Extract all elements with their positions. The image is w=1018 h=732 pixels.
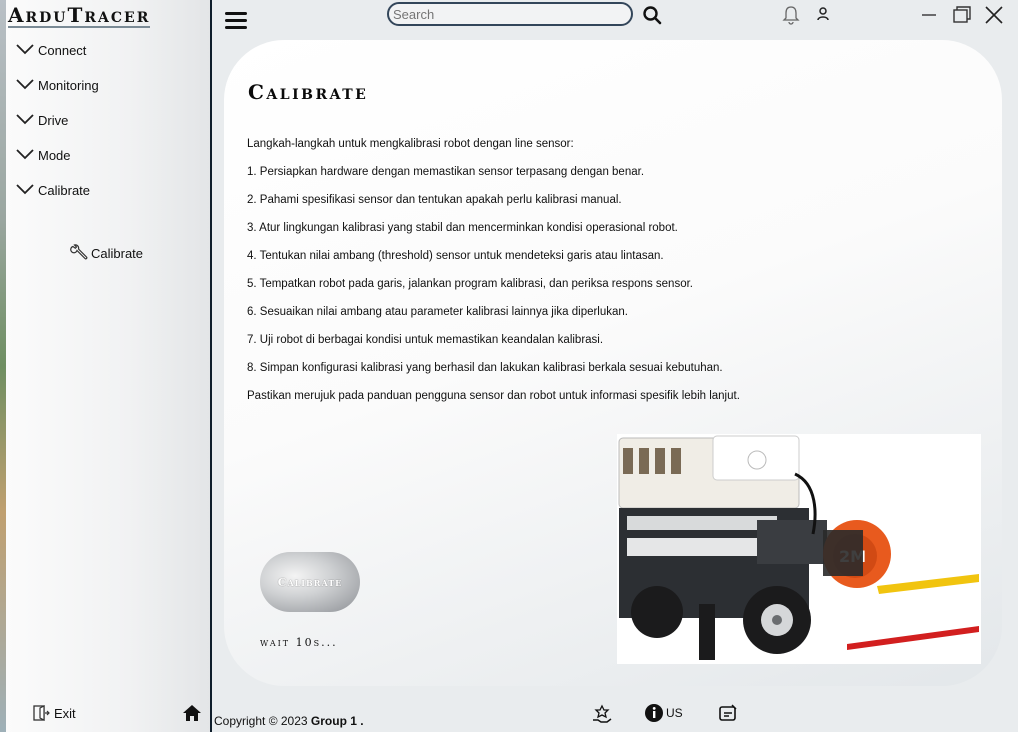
sidebar-item-label: Calibrate — [38, 182, 91, 198]
footer: Copyright © 2023 Group 1 . US — [212, 700, 1018, 732]
page-title: Calibrate — [248, 80, 369, 104]
chevron-down-icon — [16, 43, 38, 58]
hamburger-menu-icon[interactable] — [224, 10, 248, 36]
info-icon — [645, 704, 663, 722]
sidebar-item-drive[interactable]: Drive — [16, 109, 68, 131]
sidebar-subitem-label: Calibrate — [91, 245, 144, 261]
feedback-icon[interactable] — [718, 704, 738, 728]
chevron-down-icon — [16, 113, 38, 128]
chevron-down-icon — [16, 148, 38, 163]
copyright-text: Copyright © 2023 Group 1 . — [214, 714, 364, 728]
chevron-down-icon — [16, 78, 38, 93]
calibrate-button[interactable]: Calibrate — [260, 552, 360, 612]
top-bar — [212, 0, 1018, 34]
app-brand: ArduTracer — [8, 3, 151, 28]
sidebar-item-calibrate[interactable]: Calibrate — [16, 179, 90, 201]
close-icon[interactable] — [984, 5, 1004, 29]
instructions-note: Pastikan merujuk pada panduan pengguna s… — [247, 390, 740, 402]
minimize-icon[interactable] — [920, 6, 938, 28]
robot-image: 2M — [617, 434, 981, 664]
about-us-label: US — [666, 706, 683, 720]
chevron-down-icon — [16, 183, 38, 198]
search-icon[interactable] — [642, 5, 662, 29]
sidebar-item-mode[interactable]: Mode — [16, 144, 71, 166]
instruction-step: 6. Sesuaikan nilai ambang atau parameter… — [247, 306, 628, 318]
exit-button[interactable]: Exit — [32, 704, 76, 722]
instruction-step: 3. Atur lingkungan kalibrasi yang stabil… — [247, 222, 678, 234]
sidebar-item-monitoring[interactable]: Monitoring — [16, 74, 99, 96]
bell-icon[interactable] — [782, 5, 800, 29]
sidebar: ArduTracer Connect Monitoring Drive Mode… — [6, 0, 210, 732]
sidebar-subitem-calibrate[interactable]: Calibrate — [70, 244, 143, 262]
sidebar-item-label: Monitoring — [38, 77, 99, 93]
user-icon[interactable] — [816, 6, 830, 26]
sidebar-divider — [210, 0, 212, 732]
instruction-step: 5. Tempatkan robot pada garis, jalankan … — [247, 278, 693, 290]
calibrate-panel: Calibrate Langkah-langkah untuk mengkali… — [224, 40, 1002, 686]
instruction-step: 8. Simpan konfigurasi kalibrasi yang ber… — [247, 362, 723, 374]
sidebar-item-label: Connect — [38, 42, 87, 58]
donate-icon[interactable] — [592, 704, 612, 728]
maximize-icon[interactable] — [952, 6, 972, 28]
search-input[interactable] — [387, 2, 633, 26]
sidebar-item-label: Mode — [38, 147, 71, 163]
instruction-step: 2. Pahami spesifikasi sensor dan tentuka… — [247, 194, 622, 206]
instruction-step: 7. Uji robot di berbagai kondisi untuk m… — [247, 334, 604, 346]
about-us-button[interactable]: US — [644, 703, 683, 723]
sidebar-item-connect[interactable]: Connect — [16, 39, 86, 61]
wait-status-text: wait 10s... — [260, 636, 338, 649]
instructions-intro: Langkah-langkah untuk mengkalibrasi robo… — [247, 138, 574, 150]
instruction-step: 1. Persiapkan hardware dengan memastikan… — [247, 166, 645, 178]
instruction-step: 4. Tentukan nilai ambang (threshold) sen… — [247, 250, 664, 262]
sidebar-item-label: Drive — [38, 112, 69, 128]
exit-label: Exit — [54, 705, 76, 721]
wrench-icon — [70, 244, 88, 262]
exit-icon — [32, 704, 50, 722]
home-icon[interactable] — [182, 704, 202, 726]
